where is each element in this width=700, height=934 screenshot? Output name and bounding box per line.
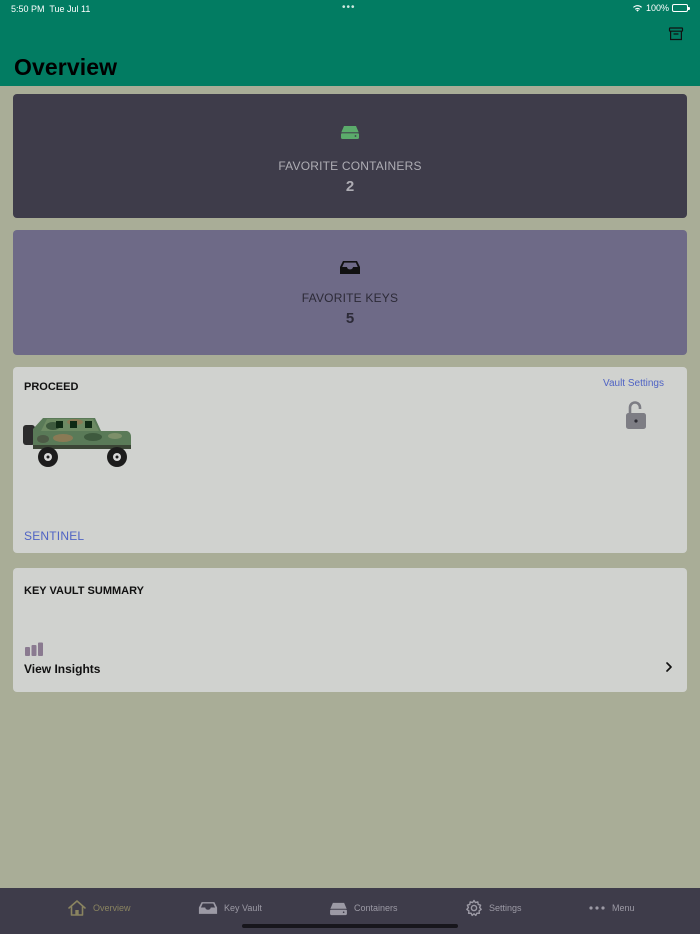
tray-icon (198, 902, 218, 914)
favorite-containers-card[interactable]: FAVORITE CONTAINERS 2 (13, 94, 687, 218)
page-title: Overview (14, 54, 118, 80)
tab-overview-label: Overview (93, 903, 131, 913)
house-icon (68, 900, 86, 916)
gear-icon (466, 899, 482, 917)
tab-bar: Overview Key Vault Containers Settings M… (0, 888, 700, 934)
more-dots-icon (589, 906, 605, 910)
favorite-containers-label: FAVORITE CONTAINERS (278, 159, 422, 173)
proceed-card: PROCEED Vault Settings SENTINEL (13, 367, 687, 553)
archive-icon[interactable] (668, 26, 684, 42)
chevron-right-icon (666, 662, 672, 672)
wifi-icon (632, 5, 642, 12)
tab-menu[interactable]: Menu (588, 898, 635, 918)
tab-containers-label: Containers (354, 903, 398, 913)
favorite-keys-count: 5 (345, 310, 355, 327)
view-insights-row[interactable]: View Insights (13, 640, 687, 680)
battery-percent: 100% (645, 3, 669, 13)
status-time: 5:50 PM Tue Jul 11 (11, 4, 90, 14)
status-date-value: Tue Jul 11 (49, 4, 91, 14)
view-insights-label: View Insights (24, 662, 101, 676)
tab-key-vault-label: Key Vault (224, 903, 262, 913)
tab-settings[interactable]: Settings (465, 898, 522, 918)
vault-settings-link[interactable]: Vault Settings (603, 378, 664, 389)
proceed-title: PROCEED (24, 381, 79, 393)
multitasking-dots[interactable]: ••• (342, 2, 356, 13)
vehicle-name[interactable]: SENTINEL (24, 529, 84, 543)
favorite-keys-card[interactable]: FAVORITE KEYS 5 (13, 230, 687, 355)
military-vehicle-image[interactable] (23, 409, 133, 469)
battery-icon (672, 4, 690, 12)
unlocked-padlock-icon[interactable] (625, 400, 647, 430)
tab-menu-label: Menu (612, 903, 635, 913)
tray-icon (340, 261, 360, 274)
drive-icon (330, 902, 347, 915)
favorite-keys-label: FAVORITE KEYS (301, 291, 399, 305)
tab-containers[interactable]: Containers (329, 898, 398, 918)
status-bar: 5:50 PM Tue Jul 11 ••• 100% (0, 0, 700, 18)
summary-title: KEY VAULT SUMMARY (24, 585, 144, 597)
home-indicator[interactable] (242, 924, 458, 928)
bar-chart-icon (25, 642, 43, 656)
tab-key-vault[interactable]: Key Vault (198, 898, 262, 918)
status-time-value: 5:50 PM (11, 4, 45, 14)
tab-overview[interactable]: Overview (67, 898, 131, 918)
drive-icon (341, 126, 359, 139)
status-indicators: 100% (632, 3, 690, 13)
tab-settings-label: Settings (489, 903, 522, 913)
key-vault-summary-card: KEY VAULT SUMMARY View Insights (13, 568, 687, 692)
favorite-containers-count: 2 (345, 178, 355, 195)
navigation-header: 5:50 PM Tue Jul 11 ••• 100% Overview (0, 0, 700, 86)
